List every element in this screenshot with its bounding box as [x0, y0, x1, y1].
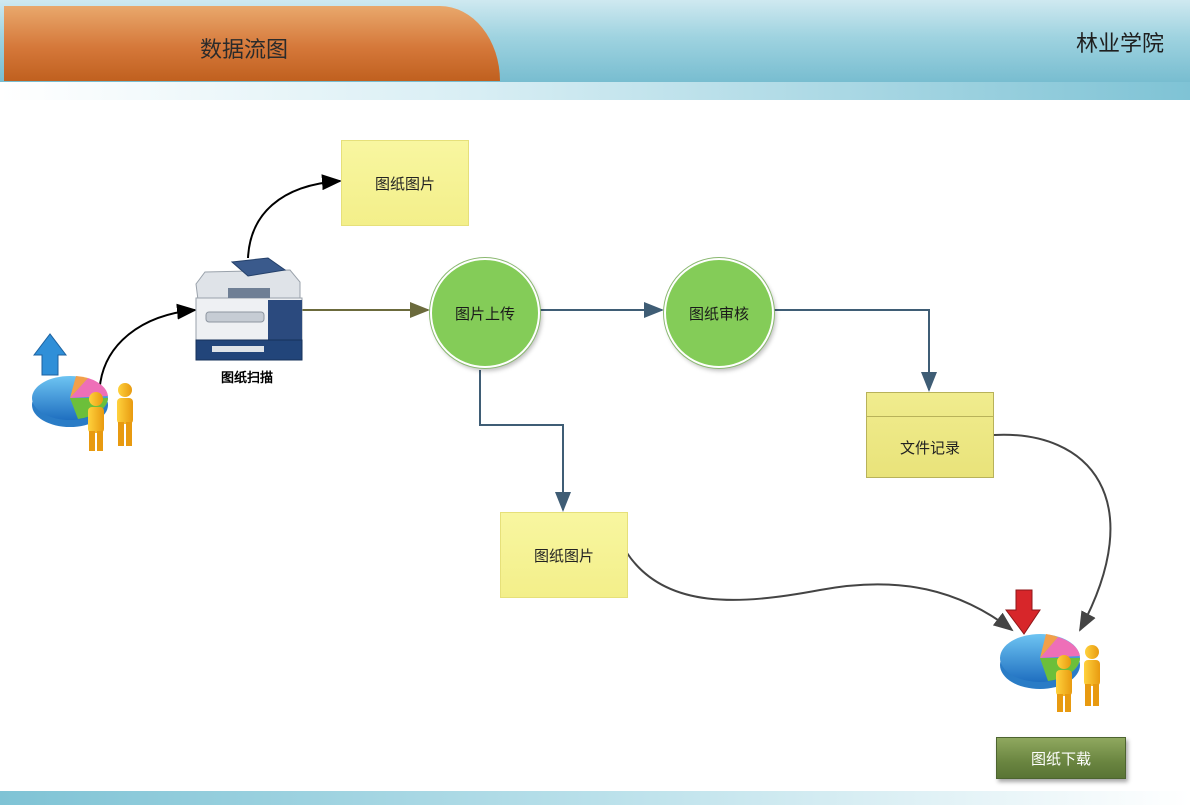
download-button[interactable]: 图纸下载: [996, 737, 1126, 779]
review-node: 图纸审核: [664, 258, 774, 368]
record-store-label: 文件记录: [899, 438, 960, 457]
scanner-icon: [195, 257, 303, 361]
image-note-top: 图纸图片: [341, 140, 469, 226]
flow-record-to-download: [993, 433, 1112, 632]
record-store: 文件记录: [866, 392, 994, 478]
flow-image-bottom-to-download: [626, 552, 1014, 632]
download-users-chart-icon: [1000, 589, 1100, 712]
scan-label: 图纸扫描: [220, 371, 273, 386]
flow-users-to-scanner: [99, 303, 197, 386]
flow-upload-to-image-bottom: [479, 370, 571, 512]
upload-users-chart-icon: [32, 333, 133, 451]
flow-review-to-record: [772, 309, 937, 392]
flow-scanner-to-image-top: [247, 174, 342, 259]
upload-node: 图片上传: [430, 258, 540, 368]
diagram-canvas: [32, 174, 1112, 712]
image-note-bottom: 图纸图片: [500, 512, 628, 598]
footer-strip: [0, 791, 1190, 805]
